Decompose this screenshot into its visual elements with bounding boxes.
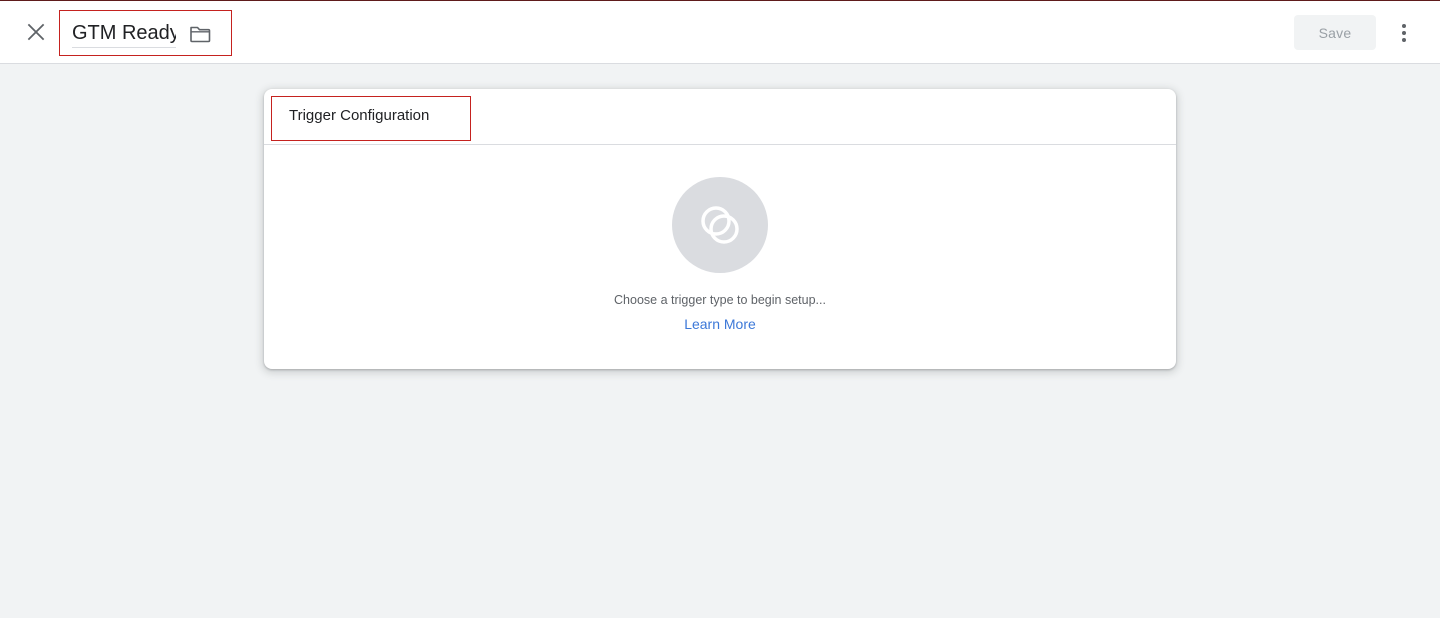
learn-more-link[interactable]: Learn More [684,316,756,332]
save-button[interactable]: Save [1294,15,1376,50]
title-highlight-box [59,10,232,56]
card-title: Trigger Configuration [289,107,430,124]
trigger-hint-text: Choose a trigger type to begin setup... [614,293,826,307]
close-icon [27,23,45,41]
folder-icon [190,26,211,43]
trigger-icon [701,206,739,244]
trigger-configuration-card[interactable]: Trigger Configuration Choose a trigger t… [264,89,1176,369]
card-header: Trigger Configuration [264,89,1176,145]
card-title-highlight-box: Trigger Configuration [271,96,471,141]
more-vert-icon [1402,24,1406,42]
folder-button[interactable] [188,22,212,46]
choose-trigger-type-button[interactable] [672,177,768,273]
more-options-button[interactable] [1392,20,1416,46]
close-button[interactable] [22,18,50,46]
app-header: Save [0,1,1440,64]
learn-more-container: Learn More [264,316,1176,332]
trigger-name-input[interactable] [72,20,176,48]
